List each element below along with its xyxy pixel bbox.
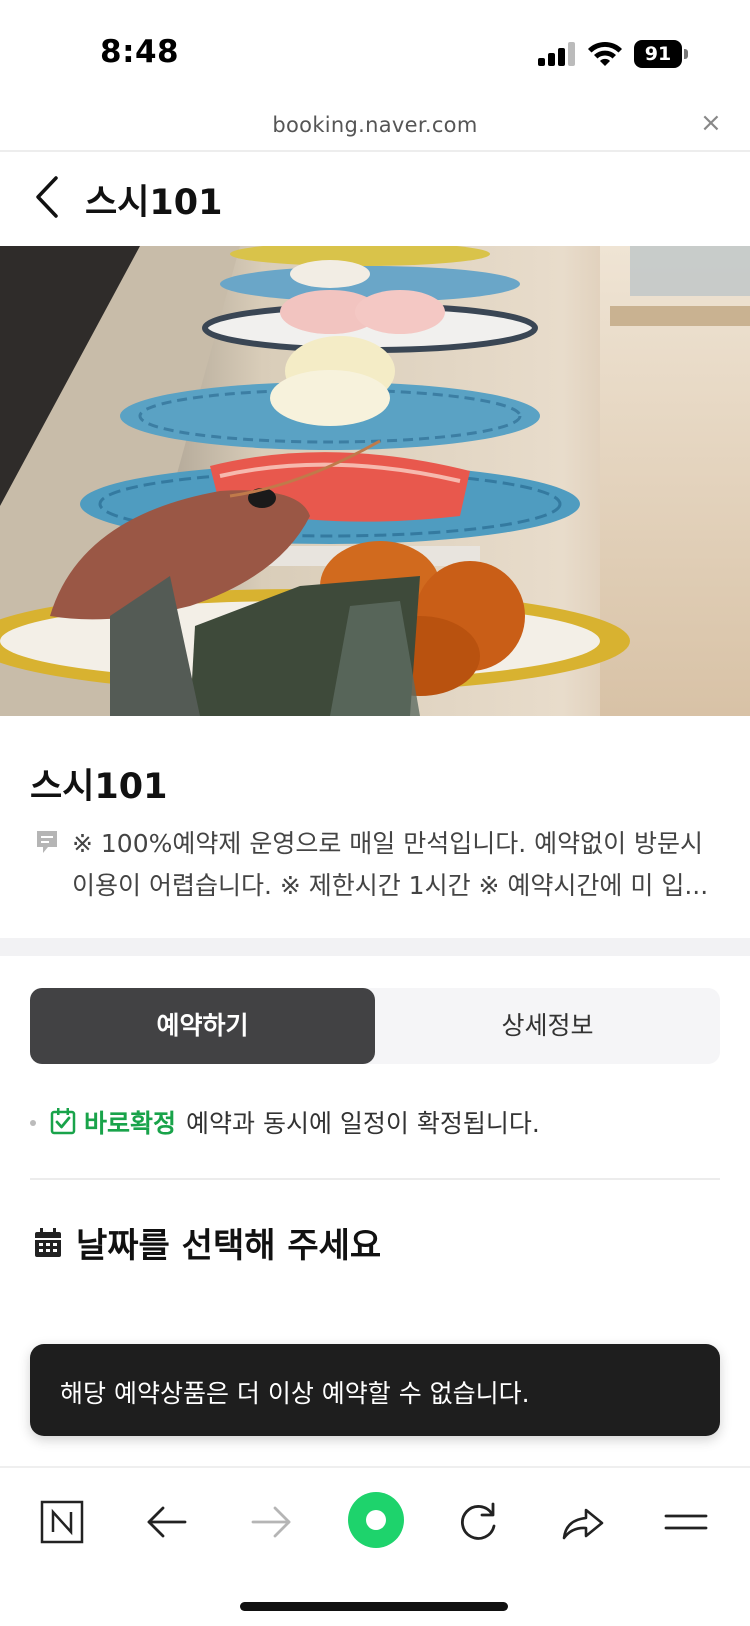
page-title: 스시101 [85,183,223,223]
chevron-left-icon[interactable] [28,172,68,222]
tab-bar: 예약하기 상세정보 [30,988,720,1064]
store-description: ※ 100%예약제 운영으로 매일 만석입니다. 예약없이 방문시 이용이 어렵… [72,823,722,907]
description-line-1: ※ 100%예약제 운영으로 매일 만석입니다. 예약없이 방문시 [72,829,704,858]
wifi-icon [588,41,622,66]
share-icon[interactable] [552,1492,612,1552]
url-bar[interactable]: booking.naver.com × [0,104,750,152]
memo-icon [37,831,57,853]
instant-confirm-label: 바로확정 [84,1109,177,1138]
section-divider [0,938,750,956]
divider-line [30,1178,720,1180]
sushi-conveyor-photo [0,246,750,716]
status-bar: 8:48 91 [0,0,750,104]
description-line-2: 이용이 어렵습니다. ※ 제한시간 1시간 ※ 예약시간에 미 입... [72,871,709,900]
bullet-dot [30,1120,36,1126]
calendar-icon [35,1228,61,1257]
toast-text: 해당 예약상품은 더 이상 예약할 수 없습니다. [60,1379,530,1408]
refresh-icon[interactable] [448,1492,508,1552]
back-arrow-icon[interactable] [137,1492,197,1552]
naver-home-icon[interactable] [32,1492,92,1552]
instant-confirm-text: 예약과 동시에 일정이 확정됩니다. [186,1109,540,1138]
battery-cap [684,49,688,59]
cellular-signal-icon [538,42,576,66]
calendar-check-icon [50,1108,76,1135]
forward-arrow-icon[interactable] [241,1492,301,1552]
close-icon[interactable]: × [700,108,722,138]
tab-reserve[interactable]: 예약하기 [30,988,375,1064]
url-text[interactable]: booking.naver.com [0,113,750,137]
menu-icon[interactable] [656,1492,716,1552]
green-dot-icon[interactable] [344,1488,408,1552]
instant-confirm-row: 바로확정 예약과 동시에 일정이 확정됩니다. [30,1102,720,1142]
hero-image [0,246,750,716]
date-section-title: 날짜를 선택해 주세요 [76,1226,382,1266]
toast-message: 해당 예약상품은 더 이상 예약할 수 없습니다. [30,1344,720,1436]
home-indicator[interactable] [240,1602,508,1611]
page-header: 스시101 [0,152,750,246]
battery-icon: 91 [634,40,682,68]
tab-details[interactable]: 상세정보 [375,988,720,1064]
status-time: 8:48 [100,34,180,70]
store-name: 스시101 [30,767,168,807]
